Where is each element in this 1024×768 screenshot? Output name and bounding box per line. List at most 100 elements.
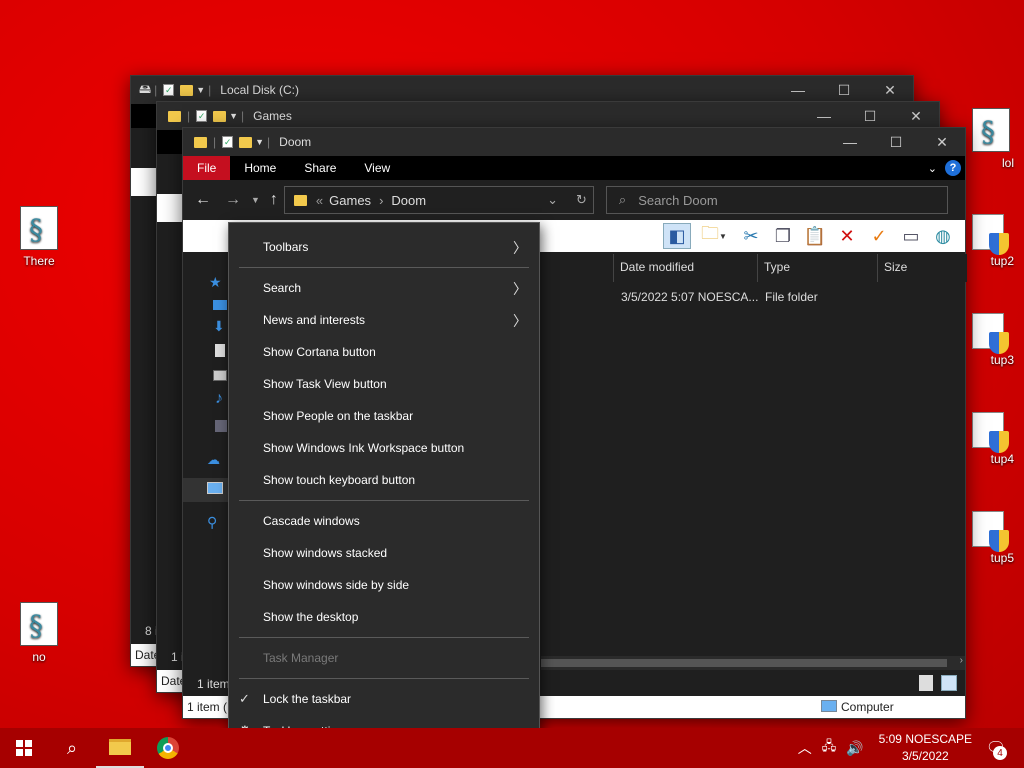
search-button[interactable]: ⌕: [48, 728, 96, 768]
address-dropdown-icon[interactable]: ⌄: [547, 192, 558, 208]
minimize-button[interactable]: —: [801, 108, 847, 125]
horizontal-scrollbar[interactable]: ›: [541, 655, 965, 670]
column-date-modified[interactable]: Date modified: [613, 254, 757, 282]
breadcrumb-doom[interactable]: Doom: [391, 193, 426, 208]
scroll-thumb[interactable]: [541, 659, 947, 667]
close-button[interactable]: ✕: [867, 82, 913, 99]
column-size[interactable]: Size: [877, 254, 967, 282]
desktop-icon-label: tup3: [990, 353, 1014, 367]
file-row[interactable]: 3/5/2022 5:07 NOESCA... File folder: [615, 282, 967, 312]
clock[interactable]: 5:09 NOESCAPE 3/5/2022: [879, 731, 972, 765]
breadcrumb-games[interactable]: Games: [329, 193, 371, 208]
new-folder-icon[interactable]: [213, 110, 227, 122]
show-hidden-icons-icon[interactable]: ︿: [798, 738, 812, 758]
properties-icon[interactable]: ✓: [196, 110, 208, 122]
new-folder-icon[interactable]: [239, 136, 253, 148]
menu-item-cascade-windows[interactable]: Cascade windows: [229, 505, 539, 537]
scroll-right-arrow-icon[interactable]: ›: [960, 655, 963, 666]
menu-item-news-and-interests[interactable]: News and interests 〉: [229, 304, 539, 336]
maximize-button[interactable]: ☐: [821, 82, 867, 99]
column-type[interactable]: Type: [757, 254, 877, 282]
globe-icon[interactable]: ◍: [929, 223, 957, 249]
delete-icon[interactable]: ✕: [833, 223, 861, 249]
forward-arrow-icon[interactable]: →: [225, 191, 241, 209]
this-pc-item[interactable]: [183, 478, 229, 502]
address-bar[interactable]: « Games › Doom ⌄ ↻: [283, 186, 594, 214]
menu-item-windows-side-by-side[interactable]: Show windows side by side: [229, 569, 539, 601]
pictures-icon[interactable]: [213, 370, 227, 381]
menu-item-show-desktop[interactable]: Show the desktop: [229, 601, 539, 633]
minimize-button[interactable]: —: [775, 82, 821, 99]
tab-view[interactable]: View: [350, 161, 404, 175]
menu-item-search[interactable]: Search 〉: [229, 272, 539, 304]
chrome-icon: [157, 737, 179, 759]
up-arrow-icon[interactable]: ↑: [270, 191, 278, 209]
action-center-button[interactable]: 🗨 4: [982, 734, 1010, 762]
menu-item-show-people[interactable]: Show People on the taskbar: [229, 400, 539, 432]
menu-item-show-task-view[interactable]: Show Task View button: [229, 368, 539, 400]
music-icon[interactable]: ♪: [215, 390, 223, 408]
desktop-folder-icon[interactable]: [213, 300, 227, 310]
search-box[interactable]: ⌕ Search Doom: [605, 186, 948, 214]
help-button[interactable]: ?: [945, 160, 961, 176]
menu-item-label: Show Cortana button: [263, 345, 376, 359]
maximize-button[interactable]: ☐: [847, 108, 893, 125]
folder-icon[interactable]: [180, 84, 194, 96]
recent-dropdown-icon[interactable]: ▼: [251, 195, 260, 205]
folder-icon: [194, 136, 207, 148]
menu-item-label: Task Manager: [263, 651, 339, 665]
menu-item-windows-stacked[interactable]: Show windows stacked: [229, 537, 539, 569]
maximize-button[interactable]: ☐: [873, 134, 919, 151]
menu-item-show-ink-workspace[interactable]: Show Windows Ink Workspace button: [229, 432, 539, 464]
desktop-icon-label: tup4: [990, 452, 1014, 466]
desktop-icon-there[interactable]: There: [4, 206, 74, 268]
qat-dropdown-icon[interactable]: ▼: [229, 111, 238, 121]
qat-dropdown-icon[interactable]: ▼: [255, 137, 264, 147]
tab-share[interactable]: Share: [290, 161, 350, 175]
start-button[interactable]: [0, 728, 48, 768]
preview-pane-icon[interactable]: ◧: [663, 223, 691, 249]
title-bar[interactable]: | ✓ ▼ | Games — ☐ ✕: [157, 102, 939, 130]
network-icon[interactable]: ⚲: [207, 514, 217, 531]
tab-home[interactable]: Home: [230, 161, 290, 175]
videos-icon[interactable]: [215, 420, 227, 432]
close-button[interactable]: ✕: [919, 134, 965, 151]
ribbon-expand-icon[interactable]: ⌄: [928, 162, 937, 175]
folder-options-icon[interactable]: 🗀 ▼: [695, 223, 733, 249]
minimize-button[interactable]: —: [827, 134, 873, 151]
taskbar-file-explorer[interactable]: [96, 728, 144, 768]
checkmark-icon[interactable]: ✓: [865, 223, 893, 249]
title-bar[interactable]: | ✓ ▼ | Doom — ☐ ✕: [183, 128, 965, 156]
menu-item-show-cortana[interactable]: Show Cortana button: [229, 336, 539, 368]
desktop-icon-no[interactable]: no: [4, 602, 74, 664]
paste-icon[interactable]: 📋: [801, 223, 829, 249]
menu-item-lock-taskbar[interactable]: ✓ Lock the taskbar: [229, 683, 539, 715]
properties-icon[interactable]: ✓: [163, 84, 175, 96]
volume-icon[interactable]: 🔊: [846, 740, 863, 757]
back-arrow-icon[interactable]: ←: [195, 191, 211, 209]
network-tray-icon[interactable]: 🖧: [822, 737, 837, 759]
menu-item-show-touch-keyboard[interactable]: Show touch keyboard button: [229, 464, 539, 496]
rename-icon[interactable]: ▭: [897, 223, 925, 249]
downloads-icon[interactable]: ⬇: [213, 318, 225, 335]
status-bar: Date: [131, 644, 160, 666]
copy-icon[interactable]: ❐: [769, 223, 797, 249]
large-icons-view-icon[interactable]: [941, 675, 957, 691]
qat-dropdown-icon[interactable]: ▼: [196, 85, 205, 95]
menu-item-toolbars[interactable]: Toolbars 〉: [229, 231, 539, 263]
documents-icon[interactable]: [215, 344, 225, 357]
close-button[interactable]: ✕: [893, 108, 939, 125]
details-view-icon[interactable]: [919, 675, 933, 691]
cut-icon[interactable]: ✂: [737, 223, 765, 249]
taskbar-chrome[interactable]: [144, 728, 192, 768]
taskbar[interactable]: ⌕ ︿ 🖧 🔊 5:09 NOESCAPE 3/5/2022 🗨 4: [0, 728, 1024, 768]
breadcrumb-overflow-icon[interactable]: «: [316, 193, 323, 208]
title-bar[interactable]: 🖴 | ✓ ▼ | Local Disk (C:) — ☐ ✕: [131, 76, 913, 104]
quick-access-star-icon[interactable]: ★: [209, 274, 222, 291]
tab-file[interactable]: File: [183, 156, 231, 180]
refresh-icon[interactable]: ↻: [576, 192, 587, 208]
onedrive-icon[interactable]: ☁: [207, 452, 220, 468]
properties-icon[interactable]: ✓: [222, 136, 234, 148]
folder-icon: [293, 194, 307, 206]
menu-item-label: Show the desktop: [263, 610, 359, 624]
